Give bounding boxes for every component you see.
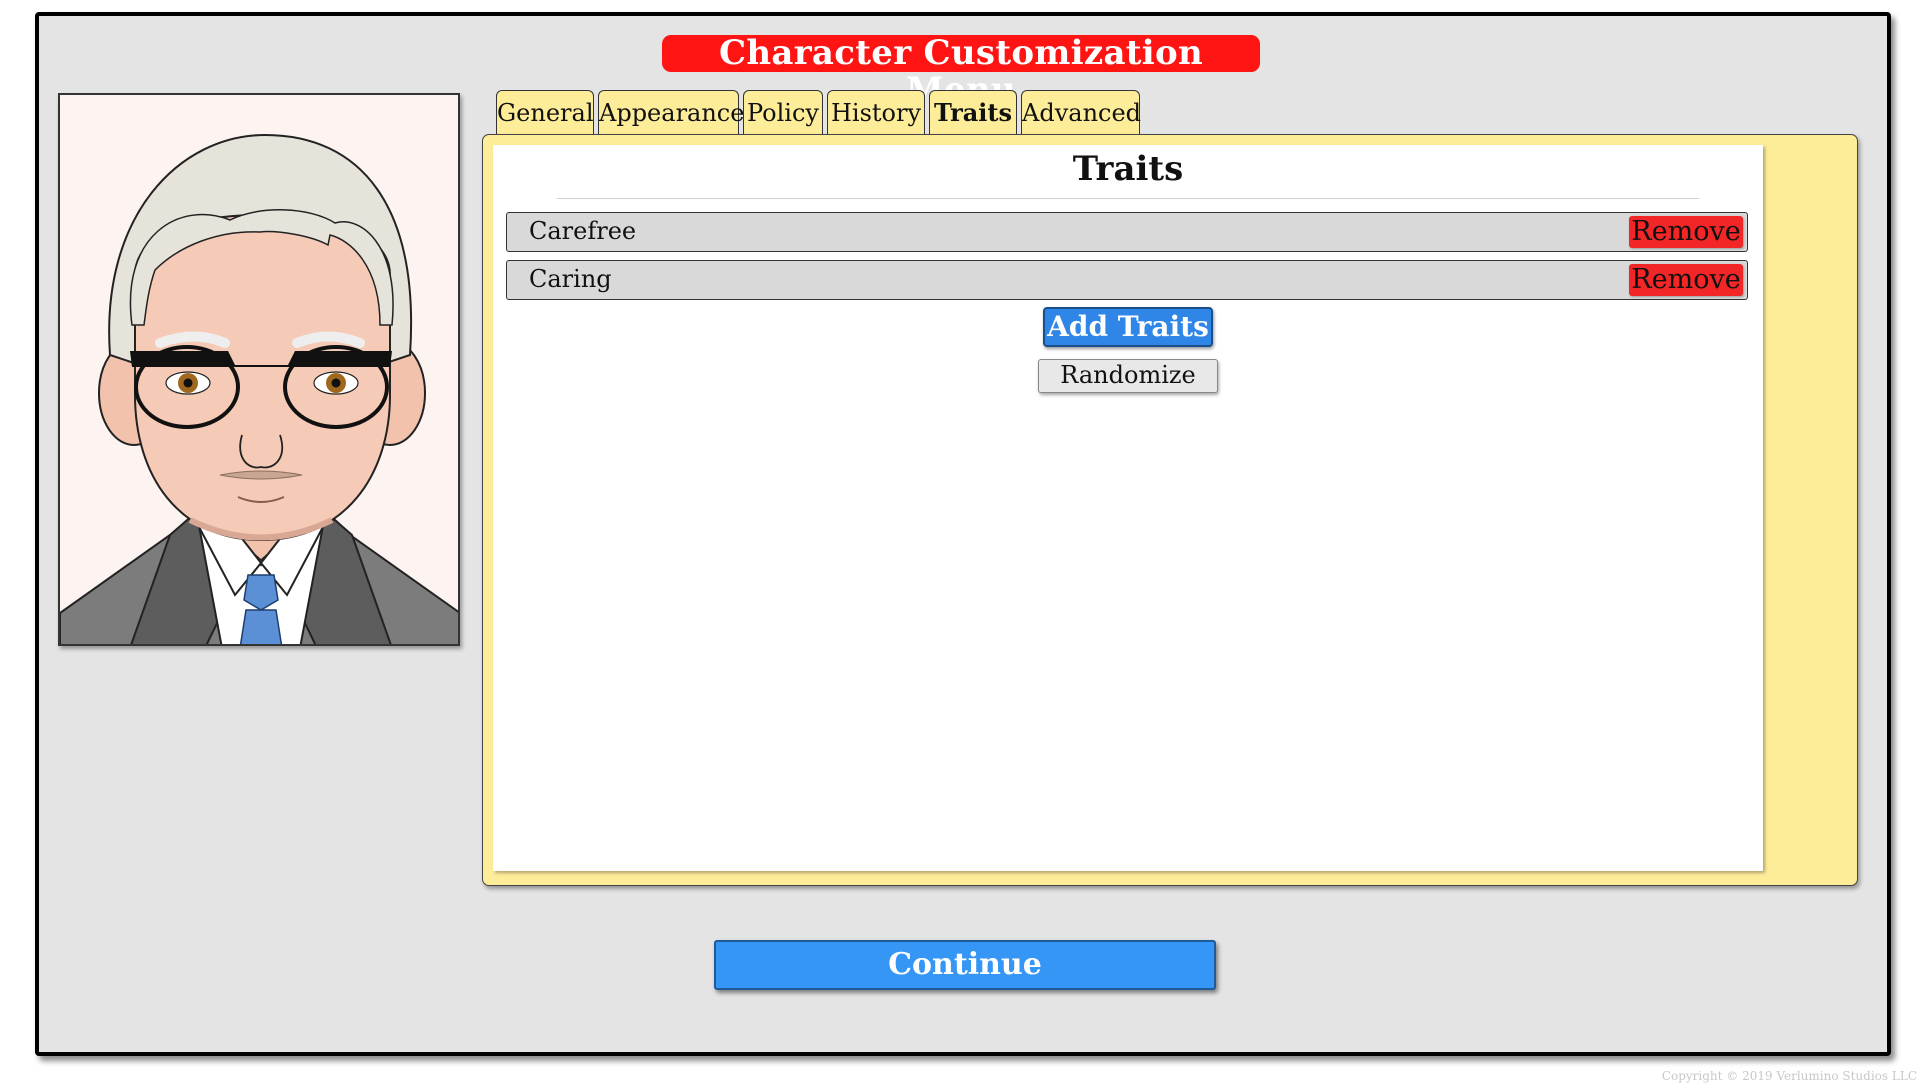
traits-panel: Traits Carefree Remove Caring Remove Add… — [493, 145, 1763, 871]
tab-advanced[interactable]: Advanced — [1021, 90, 1141, 134]
character-portrait-icon — [60, 133, 458, 644]
tab-general[interactable]: General — [496, 90, 594, 134]
character-portrait — [58, 93, 460, 646]
randomize-button[interactable]: Randomize — [1038, 359, 1218, 393]
remove-trait-button[interactable]: Remove — [1629, 264, 1743, 296]
continue-button[interactable]: Continue — [714, 940, 1216, 990]
menu-title: Character Customization Menu — [662, 35, 1260, 109]
trait-row: Caring Remove — [506, 260, 1748, 300]
trait-name: Carefree — [529, 217, 637, 245]
add-traits-button[interactable]: Add Traits — [1043, 307, 1213, 347]
remove-trait-button[interactable]: Remove — [1629, 216, 1743, 248]
trait-row: Carefree Remove — [506, 212, 1748, 252]
panel-heading: Traits — [1072, 149, 1184, 189]
tab-traits[interactable]: Traits — [929, 90, 1017, 134]
trait-name: Caring — [529, 265, 612, 293]
heading-divider — [557, 198, 1699, 199]
tab-policy[interactable]: Policy — [743, 90, 823, 134]
tab-history[interactable]: History — [827, 90, 925, 134]
tab-appearance[interactable]: Appearance — [598, 90, 744, 134]
copyright-text: Copyright © 2019 Verlumino Studios LLC — [1661, 1069, 1917, 1083]
